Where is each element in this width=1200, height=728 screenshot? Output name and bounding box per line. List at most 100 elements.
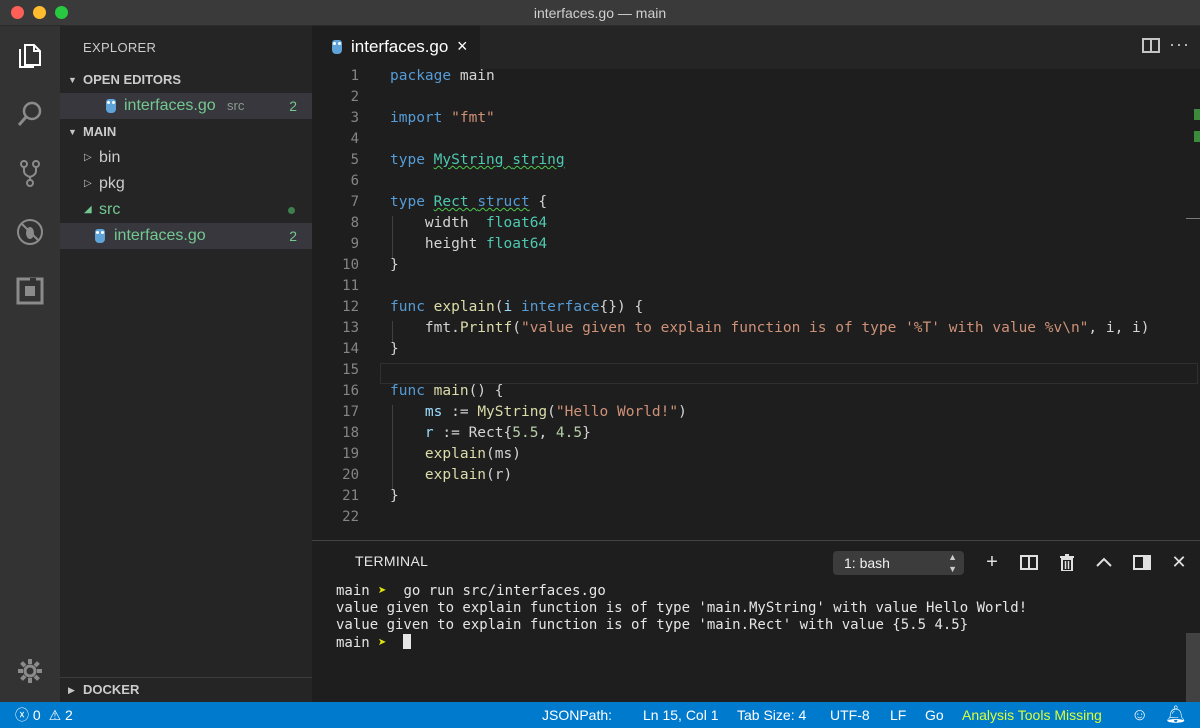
open-editors-section-header[interactable]: ▼ OPEN EDITORS: [60, 68, 312, 92]
tree-item-interfaces-go[interactable]: interfaces.go 2: [60, 223, 312, 249]
source-control-icon[interactable]: [14, 157, 46, 189]
select-arrows-icon: ▲ ▼: [948, 552, 957, 574]
eol-status[interactable]: LF: [890, 702, 906, 728]
code-line: 13 fmt.Printf("value given to explain fu…: [342, 320, 1150, 336]
go-file-icon: [95, 229, 105, 243]
code-line: 21}: [342, 488, 399, 504]
terminal-line: value given to explain function is of ty…: [336, 617, 969, 633]
language-status[interactable]: Go: [925, 702, 944, 728]
new-terminal-icon[interactable]: +: [982, 551, 1002, 573]
warning-count: 2: [65, 707, 73, 723]
code-line: 11: [342, 278, 359, 294]
title-bar: interfaces.go — main: [0, 0, 1200, 26]
trash-icon[interactable]: [1057, 552, 1077, 572]
terminal-select[interactable]: 1: bash ▲ ▼: [833, 551, 964, 575]
window-title: interfaces.go — main: [533, 5, 667, 21]
code-editor[interactable]: 1 package main 2 3 import "fmt" 4 5 type My…: [312, 69, 1200, 540]
encoding-status[interactable]: UTF-8: [830, 702, 870, 728]
explorer-sidebar: EXPLORER ▼ OPEN EDITORS interfaces.go sr…: [60, 26, 312, 702]
error-count: 0: [32, 707, 41, 723]
explorer-title: EXPLORER: [83, 40, 157, 55]
tree-item-label: interfaces.go: [114, 227, 206, 244]
explorer-icon[interactable]: [14, 39, 46, 71]
analysis-tools-status[interactable]: Analysis Tools Missing: [962, 702, 1102, 728]
go-file-icon: [106, 99, 116, 113]
tab-close-icon[interactable]: ×: [457, 36, 468, 57]
problem-count-badge: 2: [289, 98, 297, 114]
code-line: 15: [342, 362, 359, 378]
chevron-right-icon: ▷: [84, 178, 92, 189]
code-line: 22: [342, 509, 359, 525]
code-line: 9 height float64: [350, 236, 548, 252]
tab-size-status[interactable]: Tab Size: 4: [737, 702, 806, 728]
code-line: 3 import "fmt": [350, 110, 495, 126]
code-line: 5 type MyString string: [350, 152, 565, 168]
code-line: 1 package main: [350, 69, 495, 84]
toggle-panel-position-icon[interactable]: [1132, 552, 1152, 572]
activity-bar: [0, 26, 60, 702]
main-section-header[interactable]: ▼ MAIN: [60, 120, 312, 144]
code-line: 19 explain(ms): [342, 446, 521, 462]
docker-label: DOCKER: [83, 682, 140, 697]
terminal-cursor: [403, 634, 412, 649]
settings-gear-icon[interactable]: [14, 655, 46, 687]
modified-dot-icon: [288, 207, 295, 214]
chevron-down-icon: ◢: [84, 204, 92, 215]
terminal-scrollbar[interactable]: [1186, 633, 1200, 703]
chevron-down-icon: ▼: [68, 127, 77, 137]
terminal-select-value: 1: bash: [844, 555, 890, 571]
tree-item-pkg[interactable]: ▷ pkg: [60, 171, 312, 197]
terminal-line: main ➤ go run src/interfaces.go: [336, 583, 606, 599]
terminal-line: value given to explain function is of ty…: [336, 600, 1028, 616]
problem-count-badge: 2: [289, 228, 297, 244]
code-line: 18 r := Rect{5.5, 4.5}: [342, 425, 591, 441]
split-editor-icon[interactable]: [1142, 38, 1160, 53]
chevron-down-icon: ▼: [68, 75, 77, 85]
chevron-right-icon: ▶: [68, 685, 75, 695]
notifications-bell-icon[interactable]: 🔔︎: [1165, 702, 1187, 728]
tab-interfaces-go[interactable]: interfaces.go ×: [312, 26, 480, 69]
terminal-line: main ➤: [336, 634, 1027, 651]
debug-icon[interactable]: [14, 216, 46, 248]
more-actions-icon[interactable]: ···: [1169, 34, 1190, 55]
open-editor-item[interactable]: interfaces.go src 2: [60, 93, 312, 119]
scrollbar-change-marker: [1194, 131, 1200, 142]
go-file-icon: [332, 40, 342, 54]
cursor-position-status[interactable]: Ln 15, Col 1: [643, 702, 719, 728]
code-line: 7 type Rect struct {: [350, 194, 548, 210]
tree-item-label: pkg: [99, 175, 125, 192]
open-editor-folder: src: [227, 98, 245, 113]
search-icon[interactable]: [14, 98, 46, 130]
code-line: 10}: [342, 257, 399, 273]
maximize-panel-icon[interactable]: [1094, 552, 1114, 572]
code-line: 20 explain(r): [342, 467, 513, 483]
tree-item-bin[interactable]: ▷ bin: [60, 145, 312, 171]
code-line: 17 ms := MyString("Hello World!"): [342, 404, 687, 420]
scrollbar-change-marker: [1194, 109, 1200, 120]
code-line: 6: [350, 173, 359, 189]
code-line: 16 func main() {: [342, 383, 504, 399]
editor-tab-bar: interfaces.go × ···: [312, 26, 1200, 69]
code-line: 4: [350, 131, 359, 147]
open-editor-filename: interfaces.go: [124, 97, 216, 114]
tab-terminal[interactable]: TERMINAL: [355, 553, 428, 569]
extensions-icon[interactable]: [14, 275, 46, 307]
tree-item-label: bin: [99, 149, 121, 166]
code-line: 2: [350, 89, 359, 105]
code-line: 8 width float64: [350, 215, 548, 231]
code-line: 14}: [342, 341, 399, 357]
error-icon: ⓧ: [15, 707, 29, 723]
docker-section-header[interactable]: ▶ DOCKER: [60, 677, 312, 702]
split-terminal-icon[interactable]: [1019, 552, 1039, 572]
status-bar: ⓧ 0 ⚠ 2 JSONPath: Ln 15, Col 1 Tab Size:…: [0, 702, 1200, 728]
close-panel-icon[interactable]: ✕: [1169, 552, 1189, 572]
feedback-smiley-icon[interactable]: ☺: [1131, 702, 1148, 728]
jsonpath-status[interactable]: JSONPath:: [542, 702, 612, 728]
open-editors-label: OPEN EDITORS: [83, 72, 182, 87]
problems-status[interactable]: ⓧ 0 ⚠ 2: [15, 702, 73, 728]
warning-icon: ⚠: [48, 707, 62, 723]
tree-item-label: src: [99, 201, 121, 218]
chevron-right-icon: ▷: [84, 152, 92, 163]
terminal-output[interactable]: main ➤ go run src/interfaces.go value gi…: [336, 583, 1027, 651]
tree-item-src[interactable]: ◢ src: [60, 197, 312, 223]
